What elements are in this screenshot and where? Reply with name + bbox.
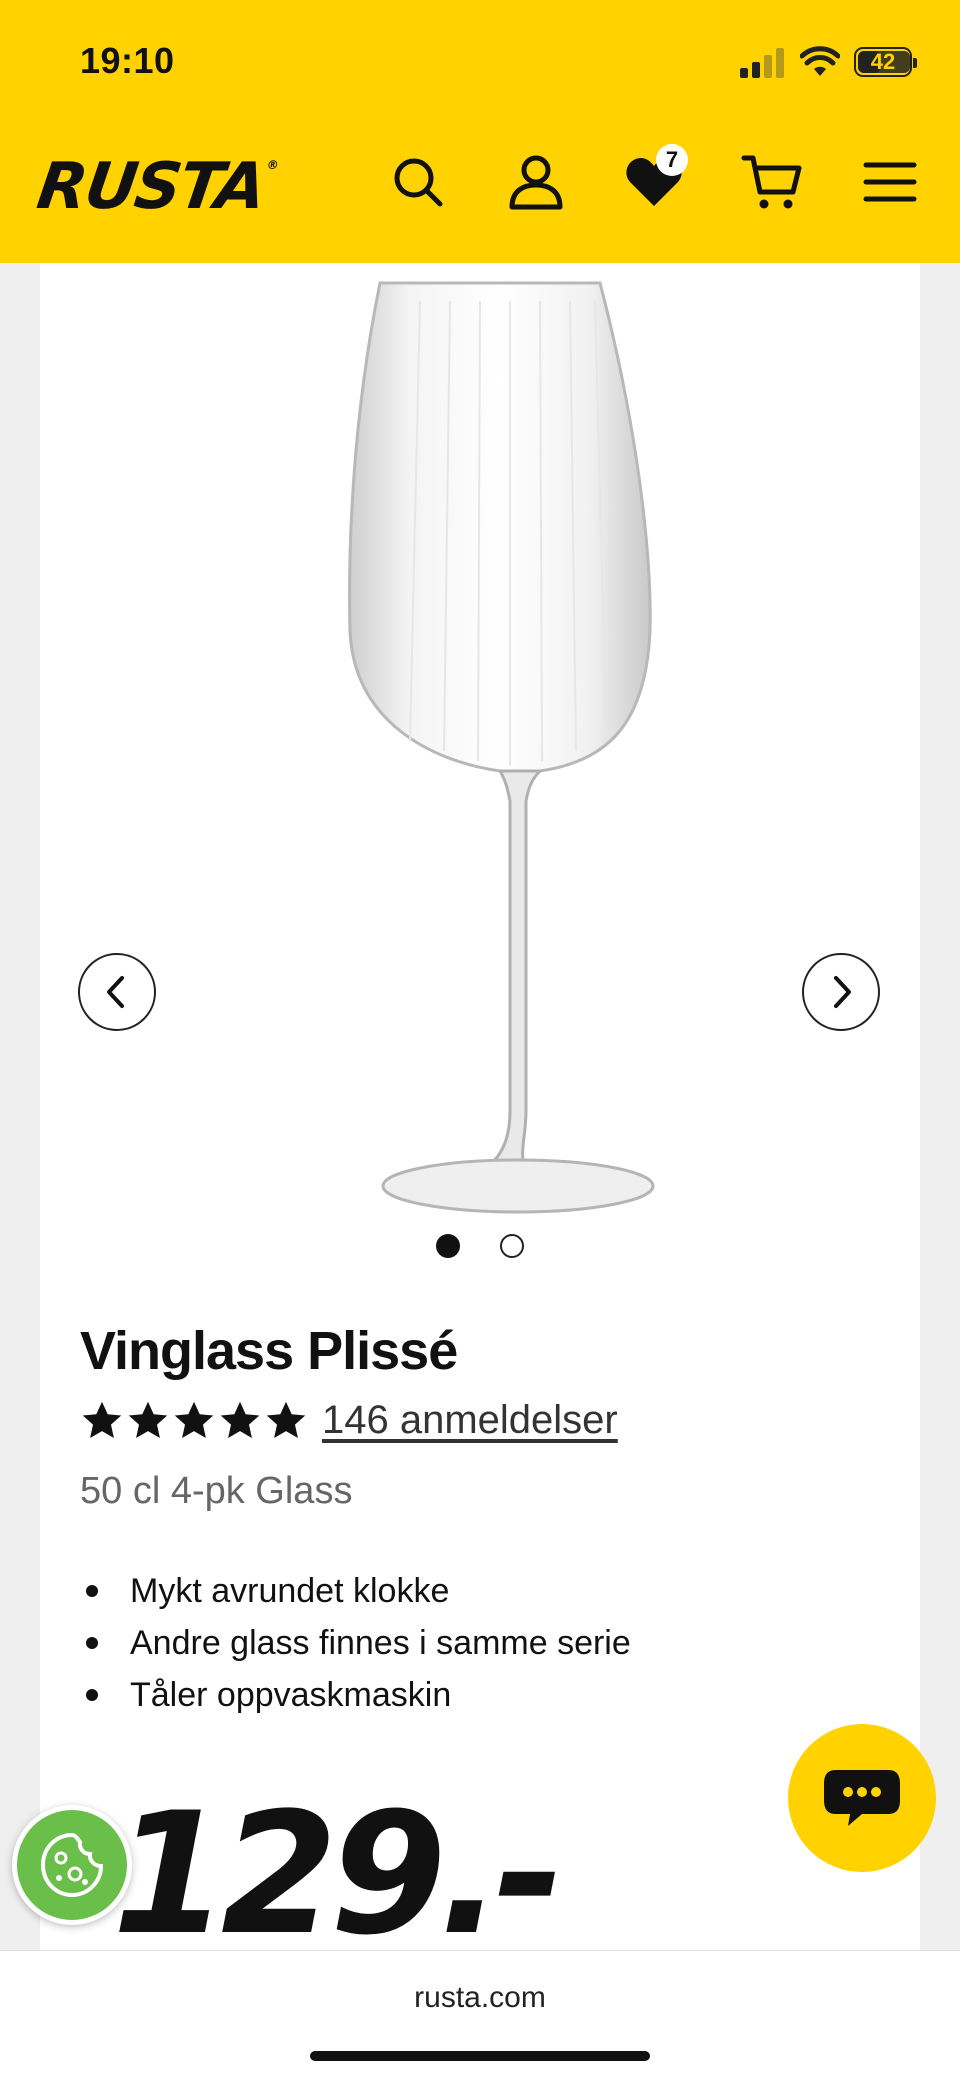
wifi-icon <box>800 46 840 76</box>
star-icon <box>128 1401 168 1438</box>
gallery-dot-1[interactable] <box>436 1234 460 1258</box>
product-rating: 146 anmeldelser <box>80 1398 618 1443</box>
gallery-dot-2[interactable] <box>500 1234 524 1258</box>
chevron-left-icon <box>107 976 124 1008</box>
wishlist-count-badge: 7 <box>656 144 688 176</box>
status-indicators: 42 <box>740 42 917 82</box>
address-bar[interactable]: rusta.com <box>0 1981 960 2015</box>
star-icon <box>266 1401 306 1438</box>
cellular-signal-icon <box>740 46 786 78</box>
reviews-link[interactable]: 146 anmeldelser <box>322 1398 618 1443</box>
cookie-settings-button[interactable] <box>12 1805 132 1925</box>
site-header: 19:10 42 RUSTA® 7 <box>0 0 960 263</box>
cookie-icon <box>40 1832 104 1898</box>
gallery-pagination <box>0 1234 960 1258</box>
battery-level: 42 <box>870 49 896 74</box>
chat-button[interactable] <box>788 1724 936 1872</box>
gallery-prev-button[interactable] <box>78 953 156 1031</box>
star-icon <box>174 1401 214 1438</box>
search-icon[interactable] <box>386 150 450 214</box>
status-time: 19:10 <box>80 40 175 81</box>
user-icon[interactable] <box>504 150 568 214</box>
cart-icon[interactable] <box>740 150 804 214</box>
chevron-right-icon <box>834 976 851 1008</box>
star-icon <box>220 1401 260 1438</box>
product-title: Vinglass Plissé <box>80 1321 458 1381</box>
rating-stars <box>80 1399 308 1443</box>
feature-item: Tåler oppvaskmaskin <box>80 1669 631 1721</box>
chat-bubble-icon <box>824 1770 900 1826</box>
home-indicator[interactable] <box>310 2051 650 2061</box>
feature-item: Mykt avrundet klokke <box>80 1565 631 1617</box>
product-image[interactable] <box>340 281 700 1441</box>
product-price: 129.- <box>112 1776 564 1972</box>
wishlist-button[interactable]: 7 <box>622 144 688 214</box>
battery-icon: 42 <box>854 47 917 77</box>
gallery-next-button[interactable] <box>802 953 880 1031</box>
feature-item: Andre glass finnes i samme serie <box>80 1617 631 1669</box>
rusta-logo[interactable]: RUSTA® <box>33 150 279 224</box>
browser-bottom-bar: rusta.com <box>0 1950 960 2078</box>
star-icon <box>82 1401 122 1438</box>
menu-icon[interactable] <box>858 150 922 214</box>
product-features: Mykt avrundet klokke Andre glass finnes … <box>80 1565 631 1721</box>
product-subtitle: 50 cl 4-pk Glass <box>80 1470 353 1512</box>
